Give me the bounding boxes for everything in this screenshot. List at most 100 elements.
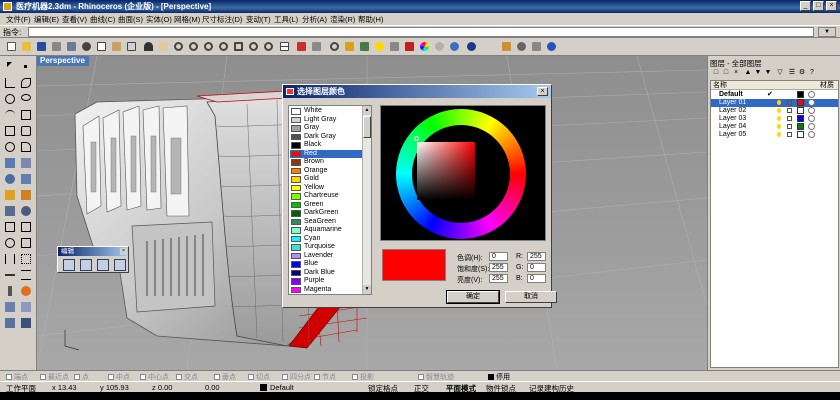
osnap-icon[interactable] bbox=[328, 40, 341, 53]
edit-points-icon[interactable] bbox=[63, 259, 75, 271]
polyline-icon[interactable] bbox=[3, 76, 17, 90]
layer-help-icon[interactable]: ? bbox=[808, 68, 816, 77]
checkbox-box[interactable] bbox=[74, 374, 80, 380]
cplane-icon[interactable] bbox=[343, 40, 356, 53]
layer-name[interactable]: Layer 03 bbox=[719, 115, 746, 123]
layer-color-swatch[interactable] bbox=[797, 91, 804, 98]
layer-material-icon[interactable] bbox=[808, 107, 815, 114]
minimize-button[interactable]: _ bbox=[800, 1, 811, 11]
menu-solid[interactable]: 实体(O) bbox=[146, 14, 172, 25]
select-arrow-icon[interactable] bbox=[3, 60, 17, 74]
wireframe-icon[interactable] bbox=[295, 40, 308, 53]
menu-help[interactable]: 帮助(H) bbox=[358, 14, 383, 25]
curve-icon[interactable] bbox=[19, 76, 33, 90]
zoom-extents-icon[interactable] bbox=[217, 40, 230, 53]
layers-list[interactable]: 名称 材质 Default ✔ Layer 01 Layer 02 Layer 03 La… bbox=[710, 80, 839, 368]
color-list-item[interactable]: Dark Gray bbox=[290, 133, 362, 142]
save-icon[interactable] bbox=[35, 40, 48, 53]
zoom-dynamic-icon[interactable] bbox=[187, 40, 200, 53]
loft-icon[interactable] bbox=[3, 172, 17, 186]
color-list-item[interactable]: Lavender bbox=[290, 252, 362, 261]
color-list-item[interactable]: Aquamarine bbox=[290, 226, 362, 235]
cancel-button[interactable]: 取消 bbox=[505, 291, 557, 303]
menu-edit[interactable]: 编辑(E) bbox=[34, 14, 59, 25]
dimension-icon[interactable] bbox=[3, 316, 17, 330]
color-list-item[interactable]: Cyan bbox=[290, 235, 362, 244]
scroll-down-icon[interactable]: ▼ bbox=[363, 285, 371, 294]
cut-icon[interactable] bbox=[80, 40, 93, 53]
checkbox-box[interactable] bbox=[176, 374, 182, 380]
named-color-list[interactable]: White Light Gray Gray Dark Gray Black Red Brow… bbox=[288, 105, 372, 295]
layer-color-swatch[interactable] bbox=[797, 99, 804, 106]
layer-material-icon[interactable] bbox=[808, 115, 815, 122]
color-list-item[interactable]: Orange bbox=[290, 167, 362, 176]
group-icon[interactable] bbox=[3, 300, 17, 314]
layer-settings-icon[interactable]: ⚙ bbox=[798, 68, 806, 77]
layer-lock-icon[interactable] bbox=[787, 124, 792, 129]
offset-curve-icon[interactable] bbox=[3, 140, 17, 154]
menu-dimension[interactable]: 尺寸标注(D) bbox=[202, 14, 242, 25]
fillet-curve-icon[interactable] bbox=[19, 140, 33, 154]
text-icon[interactable] bbox=[19, 124, 33, 138]
checkbox-box[interactable] bbox=[352, 374, 358, 380]
rendered-sphere-icon[interactable] bbox=[465, 40, 478, 53]
layer-name-column-header[interactable]: 名称 bbox=[713, 81, 727, 90]
rotate-view-icon[interactable] bbox=[172, 40, 185, 53]
layer-visible-bulb-icon[interactable] bbox=[777, 116, 781, 121]
settings-icon[interactable] bbox=[530, 40, 543, 53]
boolean-icon[interactable] bbox=[3, 188, 17, 202]
gear-icon[interactable] bbox=[515, 40, 528, 53]
explode-icon[interactable] bbox=[19, 284, 33, 298]
layer-row[interactable]: Layer 05 bbox=[711, 131, 838, 139]
move-layer-up-icon[interactable]: ▲ bbox=[744, 68, 752, 77]
saturation-field[interactable]: 255 bbox=[489, 263, 508, 272]
layer-material-icon[interactable] bbox=[808, 99, 815, 106]
layer-row[interactable]: Layer 04 bbox=[711, 123, 838, 131]
layer-visible-bulb-icon[interactable] bbox=[777, 100, 781, 105]
split-icon[interactable] bbox=[19, 268, 33, 282]
undo-view-icon[interactable] bbox=[262, 40, 275, 53]
hue-cursor[interactable] bbox=[414, 136, 419, 141]
insert-knot-icon[interactable] bbox=[114, 259, 126, 271]
color-list-item[interactable]: Brown bbox=[290, 158, 362, 167]
layer-row[interactable]: Default ✔ bbox=[711, 91, 838, 99]
viewport-title-tab[interactable]: Perspective bbox=[37, 56, 89, 66]
layer-row[interactable]: Layer 01 bbox=[711, 99, 838, 107]
rotate-icon[interactable] bbox=[3, 236, 17, 250]
hue-field[interactable]: 0 bbox=[489, 252, 508, 261]
select-filter-icon[interactable] bbox=[310, 40, 323, 53]
color-list-item[interactable]: Magenta bbox=[290, 286, 362, 295]
value-field[interactable]: 255 bbox=[489, 274, 508, 283]
ungroup-icon[interactable] bbox=[19, 300, 33, 314]
copy-object-icon[interactable] bbox=[19, 220, 33, 234]
menu-file[interactable]: 文件(F) bbox=[6, 14, 31, 25]
layer-name[interactable]: Layer 04 bbox=[719, 123, 746, 131]
checkbox-box[interactable] bbox=[488, 374, 494, 380]
layer-name[interactable]: Layer 02 bbox=[719, 107, 746, 115]
color-list-item[interactable]: Purple bbox=[290, 277, 362, 286]
color-list-scrollbar[interactable]: ▲ ▼ bbox=[362, 106, 371, 294]
zoom-window-icon[interactable] bbox=[202, 40, 215, 53]
grid-icon[interactable] bbox=[358, 40, 371, 53]
print-icon[interactable] bbox=[50, 40, 63, 53]
surface-from-points-icon[interactable] bbox=[3, 156, 17, 170]
render-mesh-icon[interactable] bbox=[19, 316, 33, 330]
checkbox-box[interactable] bbox=[6, 374, 12, 380]
layer-material-icon[interactable] bbox=[808, 123, 815, 130]
globe-icon[interactable] bbox=[448, 40, 461, 53]
maximize-button[interactable]: □ bbox=[813, 1, 824, 11]
join-icon[interactable] bbox=[3, 284, 17, 298]
saturation-value-square[interactable] bbox=[417, 142, 475, 200]
light-bulb-icon[interactable] bbox=[373, 40, 386, 53]
layer-name[interactable]: Layer 01 bbox=[719, 99, 746, 107]
layer-row[interactable]: Layer 02 bbox=[711, 107, 838, 115]
command-input[interactable] bbox=[28, 27, 814, 37]
box-icon[interactable] bbox=[3, 204, 17, 218]
layer-lock-icon[interactable] bbox=[787, 116, 792, 121]
save-all-icon[interactable] bbox=[65, 40, 78, 53]
layer-lock-icon[interactable] bbox=[787, 108, 792, 113]
current-layer-check-icon[interactable]: ✔ bbox=[767, 91, 773, 99]
layer-color-swatch[interactable] bbox=[797, 107, 804, 114]
layer-name[interactable]: Default bbox=[719, 91, 743, 99]
close-button[interactable]: × bbox=[826, 1, 837, 11]
